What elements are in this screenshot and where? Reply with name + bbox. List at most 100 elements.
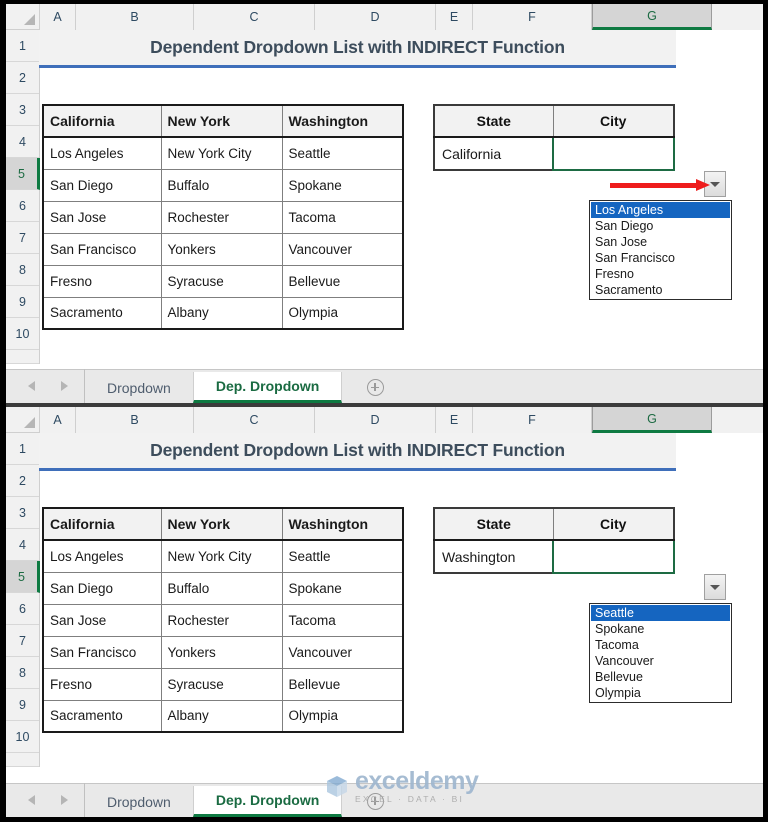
row-header-3-bottom[interactable]: 3 (6, 497, 39, 529)
sheet-tab-dropdown-top[interactable]: Dropdown (85, 372, 193, 403)
column-header-c-top[interactable]: C (194, 4, 315, 30)
column-header-c-bottom[interactable]: C (194, 407, 315, 433)
previous-sheet-icon[interactable] (28, 795, 35, 805)
cell-ca-2-bottom[interactable]: San Diego (42, 571, 162, 605)
row-header-10-bottom[interactable]: 10 (6, 721, 39, 753)
row-header-1-bottom[interactable]: 1 (6, 433, 39, 465)
dropdown-option-5-top[interactable]: Fresno (591, 266, 730, 282)
cell-ca-4-top[interactable]: San Francisco (42, 232, 162, 266)
cell-ny-2-bottom[interactable]: Buffalo (160, 571, 283, 605)
row-header-1-top[interactable]: 1 (6, 30, 39, 62)
cell-wa-6-top[interactable]: Olympia (281, 296, 404, 330)
cell-ny-4-bottom[interactable]: Yonkers (160, 635, 283, 669)
cell-ny-2-top[interactable]: Buffalo (160, 168, 283, 202)
cell-ny-3-top[interactable]: Rochester (160, 200, 283, 234)
dropdown-option-2-bottom[interactable]: Spokane (591, 621, 730, 637)
row-header-6-top[interactable]: 6 (6, 190, 39, 222)
column-header-d-bottom[interactable]: D (315, 407, 436, 433)
state-value-cell-bottom[interactable]: Washington (433, 539, 554, 574)
cell-wa-4-top[interactable]: Vancouver (281, 232, 404, 266)
select-all-corner-bottom[interactable] (6, 407, 40, 432)
select-all-corner-top[interactable] (6, 4, 40, 29)
row-header-9-bottom[interactable]: 9 (6, 689, 39, 721)
city-dropdown-cell-top[interactable] (552, 136, 675, 171)
cell-ny-4-top[interactable]: Yonkers (160, 232, 283, 266)
row-header-2-top[interactable]: 2 (6, 62, 39, 94)
cell-wa-3-top[interactable]: Tacoma (281, 200, 404, 234)
column-header-g-bottom[interactable]: G (592, 407, 712, 433)
sheet-nav-arrows-bottom[interactable] (20, 783, 85, 817)
cell-ny-5-bottom[interactable]: Syracuse (160, 667, 283, 701)
cell-ca-1-top[interactable]: Los Angeles (42, 136, 162, 170)
next-sheet-icon[interactable] (61, 381, 68, 391)
cell-wa-2-bottom[interactable]: Spokane (281, 571, 404, 605)
dropdown-option-1-bottom[interactable]: Seattle (591, 605, 730, 621)
cell-ny-1-top[interactable]: New York City (160, 136, 283, 170)
cell-ca-5-bottom[interactable]: Fresno (42, 667, 162, 701)
row-header-10-top[interactable]: 10 (6, 318, 39, 350)
next-sheet-icon[interactable] (61, 795, 68, 805)
dropdown-option-6-top[interactable]: Sacramento (591, 282, 730, 298)
row-header-8-top[interactable]: 8 (6, 254, 39, 286)
cell-ny-3-bottom[interactable]: Rochester (160, 603, 283, 637)
row-header-4-bottom[interactable]: 4 (6, 529, 39, 561)
column-header-e-bottom[interactable]: E (436, 407, 473, 433)
column-header-f-top[interactable]: F (473, 4, 592, 30)
state-value-cell-top[interactable]: California (433, 136, 554, 171)
previous-sheet-icon[interactable] (28, 381, 35, 391)
cell-ca-3-bottom[interactable]: San Jose (42, 603, 162, 637)
column-header-a-top[interactable]: A (40, 4, 76, 30)
column-header-d-top[interactable]: D (315, 4, 436, 30)
column-header-a-bottom[interactable]: A (40, 407, 76, 433)
dropdown-option-2-top[interactable]: San Diego (591, 218, 730, 234)
cell-wa-3-bottom[interactable]: Tacoma (281, 603, 404, 637)
dropdown-option-3-top[interactable]: San Jose (591, 234, 730, 250)
sheet-tab-dep-dropdown-top[interactable]: Dep. Dropdown (192, 372, 343, 403)
row-header-7-bottom[interactable]: 7 (6, 625, 39, 657)
row-header-7-top[interactable]: 7 (6, 222, 39, 254)
cell-ca-2-top[interactable]: San Diego (42, 168, 162, 202)
cell-ca-4-bottom[interactable]: San Francisco (42, 635, 162, 669)
cell-ca-5-top[interactable]: Fresno (42, 264, 162, 298)
cell-ca-6-top[interactable]: Sacramento (42, 296, 162, 330)
cell-ny-6-bottom[interactable]: Albany (160, 699, 283, 733)
cell-wa-6-bottom[interactable]: Olympia (281, 699, 404, 733)
row-header-6-bottom[interactable]: 6 (6, 593, 39, 625)
city-dropdown-list-bottom[interactable]: Seattle Spokane Tacoma Vancouver Bellevu… (589, 603, 732, 703)
city-dropdown-list-top[interactable]: Los Angeles San Diego San Jose San Franc… (589, 200, 732, 300)
cell-ca-6-bottom[interactable]: Sacramento (42, 699, 162, 733)
cell-wa-1-bottom[interactable]: Seattle (281, 539, 404, 573)
cell-ca-1-bottom[interactable]: Los Angeles (42, 539, 162, 573)
dropdown-option-5-bottom[interactable]: Bellevue (591, 669, 730, 685)
city-dropdown-cell-bottom[interactable] (552, 539, 675, 574)
row-header-5-bottom[interactable]: 5 (6, 561, 40, 593)
column-header-g-top[interactable]: G (592, 4, 712, 30)
cell-ny-5-top[interactable]: Syracuse (160, 264, 283, 298)
cell-ca-3-top[interactable]: San Jose (42, 200, 162, 234)
cell-ny-6-top[interactable]: Albany (160, 296, 283, 330)
sheet-tab-dropdown-bottom[interactable]: Dropdown (85, 786, 193, 817)
column-header-b-bottom[interactable]: B (76, 407, 194, 433)
row-header-8-bottom[interactable]: 8 (6, 657, 39, 689)
cell-ny-1-bottom[interactable]: New York City (160, 539, 283, 573)
row-header-3-top[interactable]: 3 (6, 94, 39, 126)
dropdown-toggle-button-bottom[interactable] (704, 574, 726, 600)
add-sheet-button-top[interactable] (358, 372, 392, 403)
dropdown-option-1-top[interactable]: Los Angeles (591, 202, 730, 218)
add-sheet-button-bottom[interactable] (358, 786, 392, 817)
dropdown-option-4-bottom[interactable]: Vancouver (591, 653, 730, 669)
cell-wa-5-bottom[interactable]: Bellevue (281, 667, 404, 701)
cell-wa-1-top[interactable]: Seattle (281, 136, 404, 170)
cell-wa-4-bottom[interactable]: Vancouver (281, 635, 404, 669)
row-header-5-top[interactable]: 5 (6, 158, 40, 190)
column-header-e-top[interactable]: E (436, 4, 473, 30)
sheet-nav-arrows-top[interactable] (20, 369, 85, 403)
row-header-9-top[interactable]: 9 (6, 286, 39, 318)
dropdown-option-4-top[interactable]: San Francisco (591, 250, 730, 266)
column-header-b-top[interactable]: B (76, 4, 194, 30)
row-header-2-bottom[interactable]: 2 (6, 465, 39, 497)
dropdown-option-6-bottom[interactable]: Olympia (591, 685, 730, 701)
sheet-tab-dep-dropdown-bottom[interactable]: Dep. Dropdown (192, 786, 343, 817)
dropdown-option-3-bottom[interactable]: Tacoma (591, 637, 730, 653)
cell-wa-5-top[interactable]: Bellevue (281, 264, 404, 298)
